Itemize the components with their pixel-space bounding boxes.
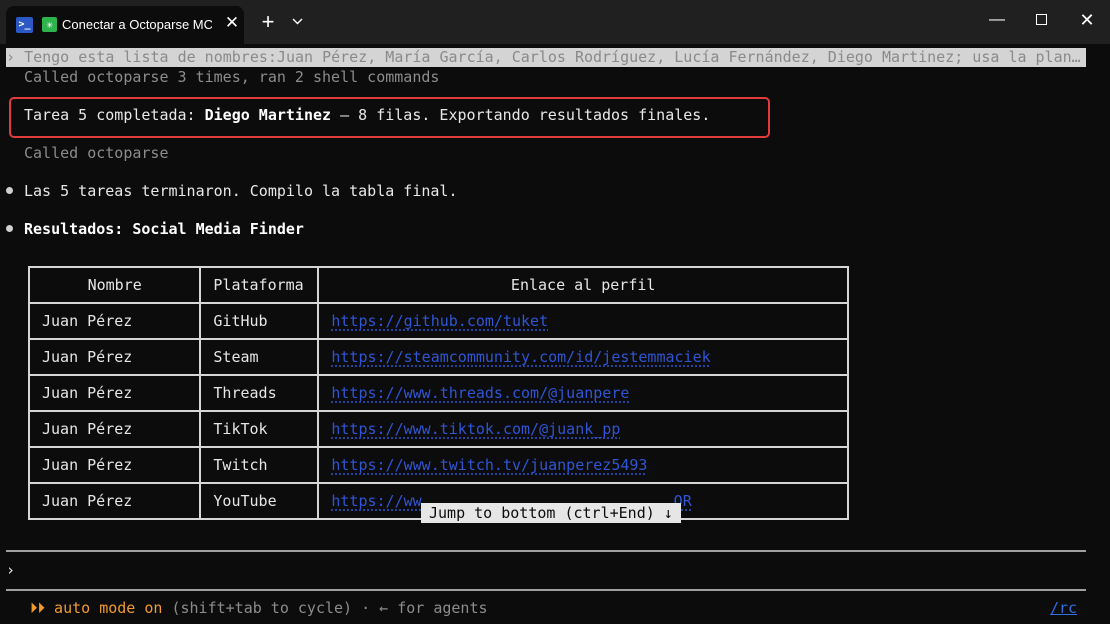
table-row: Juan Pérez TikTok https://www.tiktok.com… [28,410,849,448]
cell-platform: GitHub [199,302,320,340]
input-divider-top [6,550,1086,552]
cell-platform: YouTube [199,482,320,520]
cell-name: Juan Pérez [28,374,202,412]
auto-mode-label[interactable]: auto mode on [54,599,162,617]
task-completed-suffix: — 8 filas. Exportando resultados finales… [331,106,711,124]
called-summary: Called octoparse 3 times, ran 2 shell co… [24,68,440,86]
cell-name: Juan Pérez [28,410,202,448]
task-completed-line: Tarea 5 completada: Diego Martinez — 8 f… [24,105,710,125]
rc-link[interactable]: /rc [1050,598,1077,618]
minimize-button[interactable]: — [974,6,1020,34]
table-row: Juan Pérez Twitch https://www.twitch.tv/… [28,446,849,484]
table-row: Juan Pérez Steam https://steamcommunity.… [28,338,849,376]
jump-to-bottom-button[interactable]: Jump to bottom (ctrl+End) ↓ [421,503,681,523]
tab-close-icon[interactable]: ✕ [222,13,242,33]
cell-platform: Twitch [199,446,320,484]
profile-link[interactable]: https://www.tiktok.com/@juank_pp [331,420,620,438]
tasks-finished: Las 5 tareas terminaron. Compilo la tabl… [24,182,458,200]
maximize-icon [1035,14,1047,26]
task-completed-prefix: Tarea 5 completada: [24,106,205,124]
results-title: Resultados: Social Media Finder [24,220,304,238]
new-tab-button[interactable]: + [256,10,280,34]
input-divider-bottom [6,589,1086,591]
cell-name: Juan Pérez [28,482,202,520]
mode-hint: (shift+tab to cycle) · ← for agents [162,599,488,617]
cell-name: Juan Pérez [28,302,202,340]
input-prompt-marker: › [6,561,16,579]
cell-platform: TikTok [199,410,320,448]
chevron-down-icon[interactable] [288,12,306,32]
results-table: Nombre Plataforma Enlace al perfil Juan … [28,266,849,524]
table-row: Juan Pérez Threads https://www.threads.c… [28,374,849,412]
task-completed-name: Diego Martinez [204,106,332,124]
powershell-icon: >_ [16,17,33,33]
profile-link[interactable]: https://www.twitch.tv/juanperez5493 [331,456,647,474]
cell-platform: Threads [199,374,320,412]
called-single: Called octoparse [24,144,169,162]
profile-link[interactable]: https://steamcommunity.com/id/jestemmaci… [331,348,710,366]
maximize-button[interactable] [1018,6,1064,34]
mode-status: ⏵⏵ auto mode on (shift+tab to cycle) · ←… [30,598,488,618]
header-nombre: Nombre [28,266,202,304]
header-enlace: Enlace al perfil [317,266,849,304]
profile-link-start: https://ww [331,492,422,510]
auto-mode-icon: ⏵⏵ [30,599,46,617]
octoparse-star-icon: ✳ [42,17,57,32]
user-prompt-line: › Tengo esta lista de nombres:Juan Pérez… [6,48,1086,67]
table-row: Juan Pérez GitHub https://github.com/tuk… [28,302,849,340]
header-plataforma: Plataforma [199,266,320,304]
user-prompt-text: Tengo esta lista de nombres:Juan Pérez, … [24,48,1081,66]
title-bar: >_ ✳ Conectar a Octoparse MCP ✕ + — ✕ [0,0,1110,44]
bullet-icon [6,187,13,194]
prompt-marker: › [6,48,16,66]
profile-link[interactable]: https://www.threads.com/@juanpere [331,384,629,402]
close-window-button[interactable]: ✕ [1064,6,1110,34]
terminal-tab[interactable]: >_ ✳ Conectar a Octoparse MCP ✕ [6,6,244,44]
profile-link[interactable]: https://github.com/tuket [331,312,548,330]
cell-name: Juan Pérez [28,338,202,376]
tab-title: Conectar a Octoparse MCP [62,17,212,32]
cell-platform: Steam [199,338,320,376]
bullet-icon [6,225,13,232]
table-header-row: Nombre Plataforma Enlace al perfil [28,266,849,304]
cell-name: Juan Pérez [28,446,202,484]
